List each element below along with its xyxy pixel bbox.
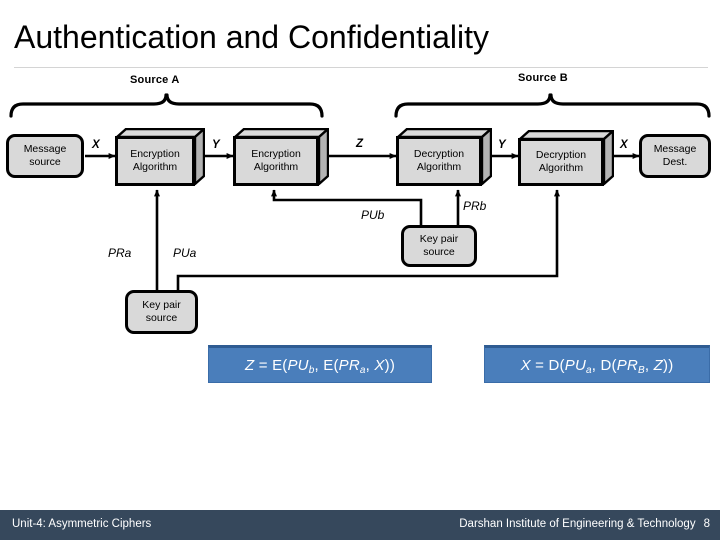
formula-encrypt-arg2: PR	[338, 356, 360, 374]
formula-decrypt-lhs: X	[520, 356, 531, 374]
formula-decrypt-fn1: D(	[548, 356, 565, 374]
edge-label-x-out: X	[620, 139, 628, 151]
key-label-prb: PRb	[463, 199, 487, 213]
node-encryption-algorithm-1-line1: Encryption	[130, 148, 180, 160]
footer-unit-label: Unit-4: Asymmetric Ciphers	[12, 518, 152, 530]
source-a-brace	[9, 93, 324, 118]
formula-encrypt-arg2-sub: a	[359, 364, 366, 376]
node-message-dest-line1: Message	[653, 143, 697, 155]
formula-encrypt-arg1-sub: b	[308, 364, 315, 376]
node-encryption-algorithm-2-line2: Algorithm	[253, 161, 299, 173]
node-key-pair-source-b-line2: source	[423, 246, 455, 258]
formula-decrypt-arg1-sub: a	[586, 364, 592, 376]
node-encryption-algorithm-2-face: Encryption Algorithm	[233, 136, 319, 186]
edge-label-z: Z	[356, 138, 364, 150]
node-decryption-algorithm-1-line1: Decryption	[413, 148, 465, 160]
node-key-pair-source-a: Key pair source	[125, 290, 198, 334]
node-encryption-algorithm-2: Encryption Algorithm	[233, 128, 329, 186]
node-decryption-algorithm-2-line1: Decryption	[535, 149, 587, 161]
formula-box-decrypt: X = D(PUa, D(PRB, Z))	[484, 345, 710, 383]
node-decryption-algorithm-2-line2: Algorithm	[538, 162, 584, 174]
node-encryption-algorithm-1: Encryption Algorithm	[115, 128, 205, 186]
wire-pua	[176, 189, 560, 290]
footer-institute-name: Darshan Institute of Engineering & Techn…	[459, 518, 696, 530]
node-message-source-line1: Message	[23, 143, 67, 155]
key-label-pub: PUb	[361, 208, 385, 222]
formula-encrypt-fn2: E(	[323, 356, 339, 374]
formula-encrypt-fn1: E(	[272, 356, 288, 374]
formula-box-encrypt: Z = E(PUb, E(PRa, X))	[208, 345, 432, 383]
formula-decrypt-arg2: PR	[616, 356, 638, 374]
footer-page-number: 8	[703, 518, 710, 530]
formula-encrypt-arg3: X	[374, 356, 385, 374]
node-message-source: Message source	[6, 134, 84, 178]
key-label-pua: PUa	[173, 246, 197, 260]
formula-encrypt-close: ))	[384, 356, 396, 374]
formula-decrypt-sep2: ,	[644, 356, 654, 374]
formula-encrypt-lhs: Z	[244, 356, 255, 374]
node-decryption-algorithm-1-line2: Algorithm	[416, 161, 462, 173]
formula-encrypt-arg1: PU	[287, 356, 309, 374]
edge-label-x-in: X	[92, 139, 100, 151]
node-decryption-algorithm-1: Decryption Algorithm	[396, 128, 492, 186]
formula-decrypt-close: ))	[663, 356, 674, 374]
formula-decrypt-arg1: PU	[564, 356, 586, 374]
node-key-pair-source-b: Key pair source	[401, 225, 477, 267]
node-decryption-algorithm-1-face: Decryption Algorithm	[396, 136, 482, 186]
footer-institute: Darshan Institute of Engineering & Techn…	[459, 518, 710, 530]
node-decryption-algorithm-2: Decryption Algorithm	[518, 130, 614, 186]
node-message-dest: Message Dest.	[639, 134, 711, 178]
edge-label-y-left: Y	[212, 139, 220, 151]
node-message-source-line2: source	[29, 156, 61, 168]
node-encryption-algorithm-1-face: Encryption Algorithm	[115, 136, 195, 186]
key-label-pra: PRa	[108, 246, 132, 260]
formula-decrypt-arg3: Z	[653, 356, 663, 374]
edge-label-y-right: Y	[498, 139, 506, 151]
formula-encrypt-eq: =	[254, 356, 273, 374]
wire-pub	[271, 189, 423, 226]
node-key-pair-source-a-line1: Key pair	[142, 299, 181, 311]
node-key-pair-source-b-line1: Key pair	[419, 233, 459, 245]
node-message-dest-line2: Dest.	[662, 156, 688, 168]
formula-decrypt-text: X = D(PUa, D(PRB, Z))	[520, 356, 674, 376]
formula-encrypt-text: Z = E(PUb, E(PRa, X))	[244, 356, 396, 376]
formula-encrypt-sep1: ,	[314, 356, 324, 374]
formula-decrypt-fn2: D(	[600, 356, 617, 374]
node-key-pair-source-a-line2: source	[145, 312, 178, 324]
formula-decrypt-sep1: ,	[591, 356, 601, 374]
source-b-brace	[394, 93, 711, 118]
node-decryption-algorithm-2-face: Decryption Algorithm	[518, 138, 604, 186]
node-encryption-algorithm-1-line2: Algorithm	[132, 161, 178, 173]
formula-decrypt-arg2-sub: B	[638, 364, 645, 376]
diagram-connectors	[9, 93, 711, 290]
formula-decrypt-eq: =	[530, 356, 549, 374]
node-encryption-algorithm-2-line1: Encryption	[251, 148, 301, 160]
